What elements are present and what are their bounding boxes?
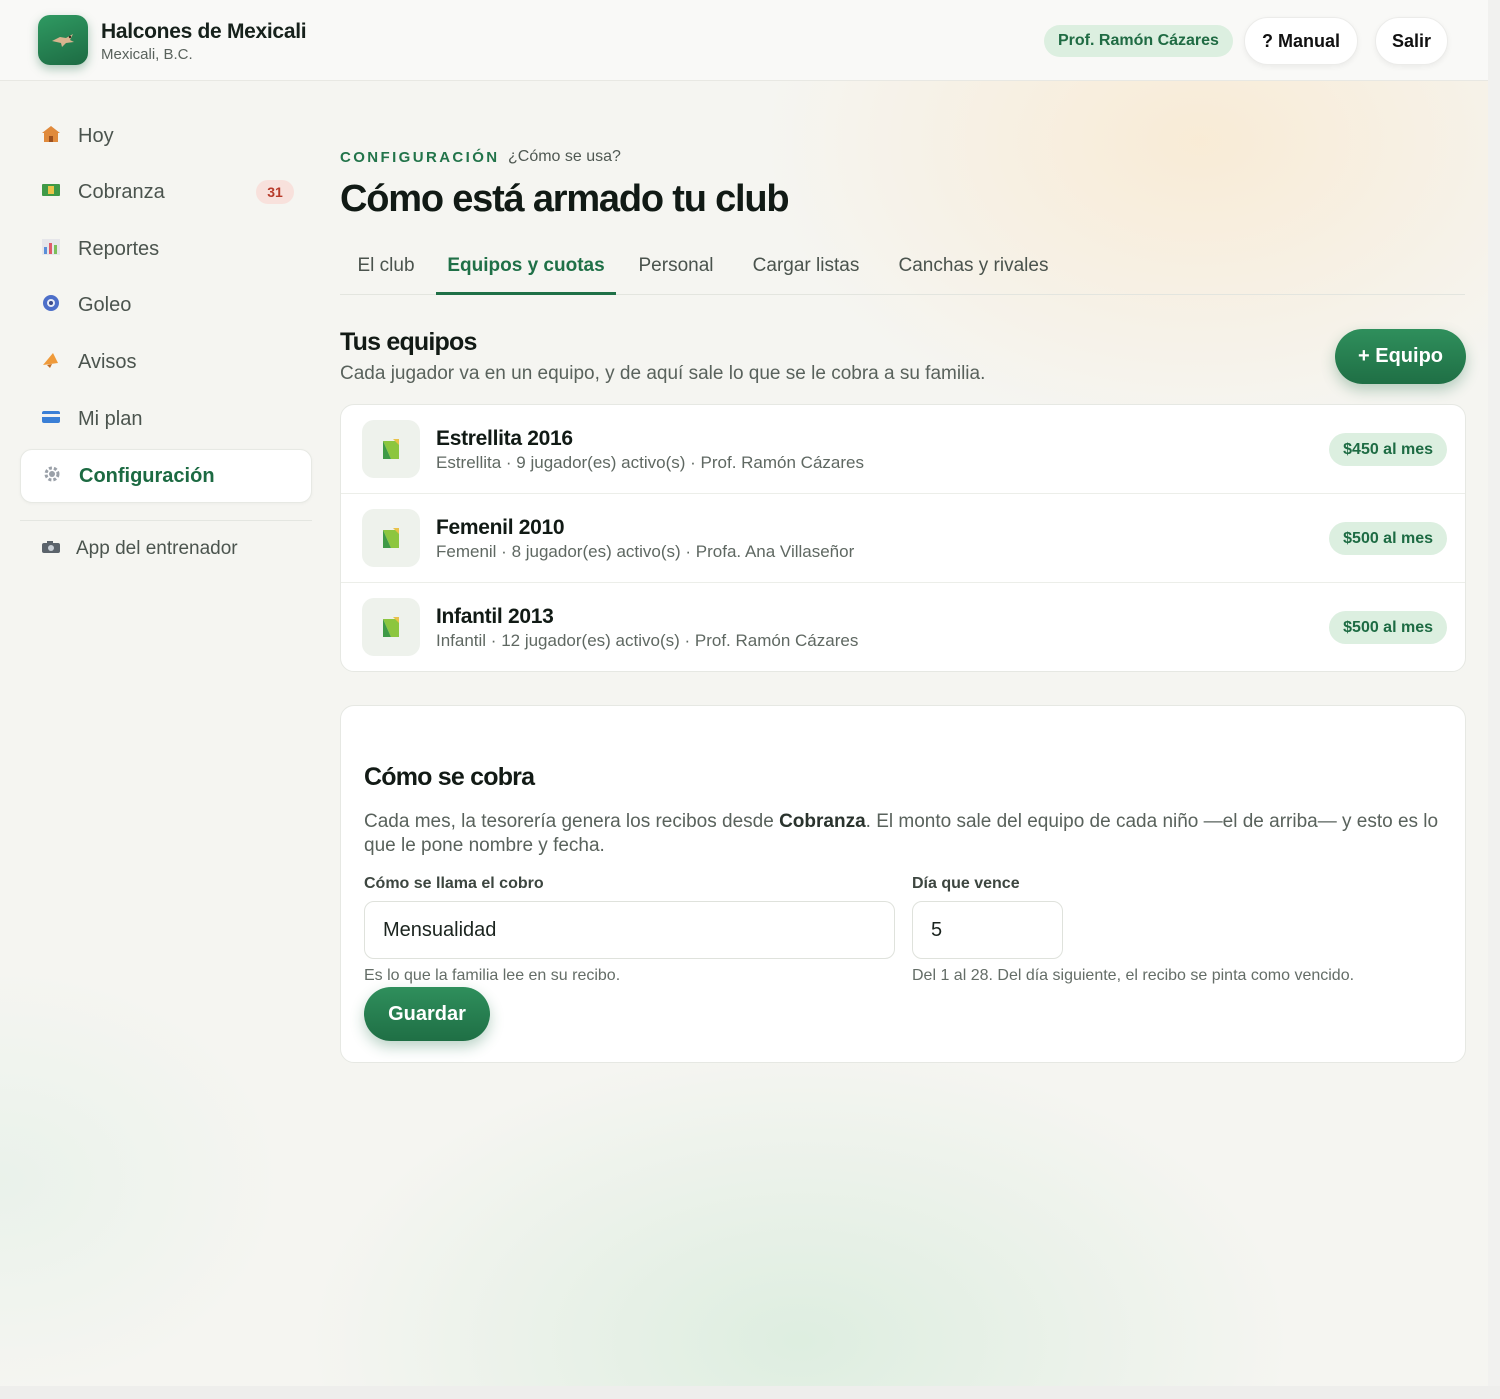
fee-badge: $500 al mes xyxy=(1329,522,1447,555)
team-list: Estrellita 2016 Estrellita · 9 jugador(e… xyxy=(340,404,1466,672)
sidebar-item-label: App del entrenador xyxy=(76,538,238,559)
section-eyebrow: CONFIGURACIÓN xyxy=(340,149,500,166)
jersey-icon xyxy=(362,598,420,656)
tab-equipos-y-cuotas[interactable]: Equipos y cuotas xyxy=(436,240,616,295)
bar-chart-icon xyxy=(40,238,62,261)
sidebar-item-goleo[interactable]: Goleo xyxy=(20,278,312,332)
fee-badge: $500 al mes xyxy=(1329,611,1447,644)
top-bar: Halcones de Mexicali Mexicali, B.C. Prof… xyxy=(0,0,1488,81)
sidebar-item-label: Mi plan xyxy=(78,407,143,430)
billing-title: Cómo se cobra xyxy=(364,763,535,791)
help-link[interactable]: ¿Cómo se usa? xyxy=(508,148,621,166)
teams-title: Tus equipos xyxy=(340,328,477,356)
jersey-icon xyxy=(362,509,420,567)
gear-icon xyxy=(41,465,63,488)
jersey-icon xyxy=(362,420,420,478)
house-icon xyxy=(40,125,62,148)
sidebar-item-cobranza[interactable]: Cobranza 31 xyxy=(20,165,312,219)
team-meta: Infantil · 12 jugador(es) activo(s) · Pr… xyxy=(436,631,859,650)
sidebar-item-label: Cobranza xyxy=(78,180,165,203)
page-title: Cómo está armado tu club xyxy=(340,178,790,220)
due-day-hint: Del 1 al 28. Del día siguiente, el recib… xyxy=(912,967,1355,984)
due-day-input[interactable]: 5 xyxy=(912,901,1063,959)
sidebar-item-label: Hoy xyxy=(78,124,114,147)
tab-el-club[interactable]: El club xyxy=(340,240,432,295)
sidebar-divider xyxy=(20,520,312,521)
due-day-label: Día que vence xyxy=(912,875,1020,892)
sidebar-item-label: Reportes xyxy=(78,237,160,260)
team-row[interactable]: Infantil 2013 Infantil · 12 jugador(es) … xyxy=(341,583,1465,671)
team-row[interactable]: Estrellita 2016 Estrellita · 9 jugador(e… xyxy=(341,405,1465,494)
team-name: Estrellita 2016 xyxy=(436,427,573,450)
club-logo xyxy=(38,15,88,65)
tab-cargar-listas[interactable]: Cargar listas xyxy=(738,240,874,295)
logout-button[interactable]: Salir xyxy=(1375,17,1448,65)
vertical-scrollbar[interactable] xyxy=(1488,0,1500,1399)
horizontal-scrollbar[interactable] xyxy=(0,1386,1500,1399)
soccer-ball-icon xyxy=(40,294,62,317)
team-name: Femenil 2010 xyxy=(436,516,565,539)
user-badge: Prof. Ramón Cázares xyxy=(1044,25,1233,57)
sidebar-item-hoy[interactable]: Hoy xyxy=(20,109,312,163)
camera-icon xyxy=(40,540,62,559)
credit-card-icon xyxy=(40,410,62,429)
sidebar-item-configuracion[interactable]: Configuración xyxy=(20,449,312,503)
manual-button[interactable]: ? Manual xyxy=(1244,17,1358,65)
hawk-icon xyxy=(52,34,74,47)
charge-name-input[interactable]: Mensualidad xyxy=(364,901,895,959)
tab-canchas-y-rivales[interactable]: Canchas y rivales xyxy=(886,240,1061,295)
fee-badge: $450 al mes xyxy=(1329,433,1447,466)
team-name: Infantil 2013 xyxy=(436,605,554,628)
sidebar-item-reportes[interactable]: Reportes xyxy=(20,222,312,276)
team-meta: Estrellita · 9 jugador(es) activo(s) · P… xyxy=(436,453,864,472)
sidebar-item-label: Avisos xyxy=(78,350,137,373)
sidebar-item-avisos[interactable]: Avisos xyxy=(20,335,312,389)
tab-personal[interactable]: Personal xyxy=(626,240,726,295)
club-name: Halcones de Mexicali xyxy=(101,20,307,43)
sidebar-item-mi-plan[interactable]: Mi plan xyxy=(20,392,312,446)
club-city: Mexicali, B.C. xyxy=(101,46,193,63)
save-button[interactable]: Guardar xyxy=(364,987,490,1041)
cobranza-count-badge: 31 xyxy=(256,180,294,204)
sidebar-item-coach-app[interactable]: App del entrenador xyxy=(20,522,312,576)
cobranza-emphasis: Cobranza xyxy=(779,811,866,832)
sidebar-item-label: Configuración xyxy=(79,464,215,487)
add-team-button[interactable]: + Equipo xyxy=(1335,329,1466,384)
team-row[interactable]: Femenil 2010 Femenil · 8 jugador(es) act… xyxy=(341,494,1465,583)
charge-name-hint: Es lo que la familia lee en su recibo. xyxy=(364,967,621,984)
sidebar-item-label: Goleo xyxy=(78,293,132,316)
settings-tabs: El club Equipos y cuotas Personal Cargar… xyxy=(340,240,1465,295)
charge-name-label: Cómo se llama el cobro xyxy=(364,875,544,892)
megaphone-icon xyxy=(40,351,62,374)
team-meta: Femenil · 8 jugador(es) activo(s) · Prof… xyxy=(436,542,855,561)
money-icon xyxy=(40,183,62,202)
teams-subtitle: Cada jugador va en un equipo, y de aquí … xyxy=(340,363,986,384)
billing-card: Cómo se cobra Cada mes, la tesorería gen… xyxy=(340,705,1466,1063)
billing-description: Cada mes, la tesorería genera los recibo… xyxy=(364,811,1439,856)
